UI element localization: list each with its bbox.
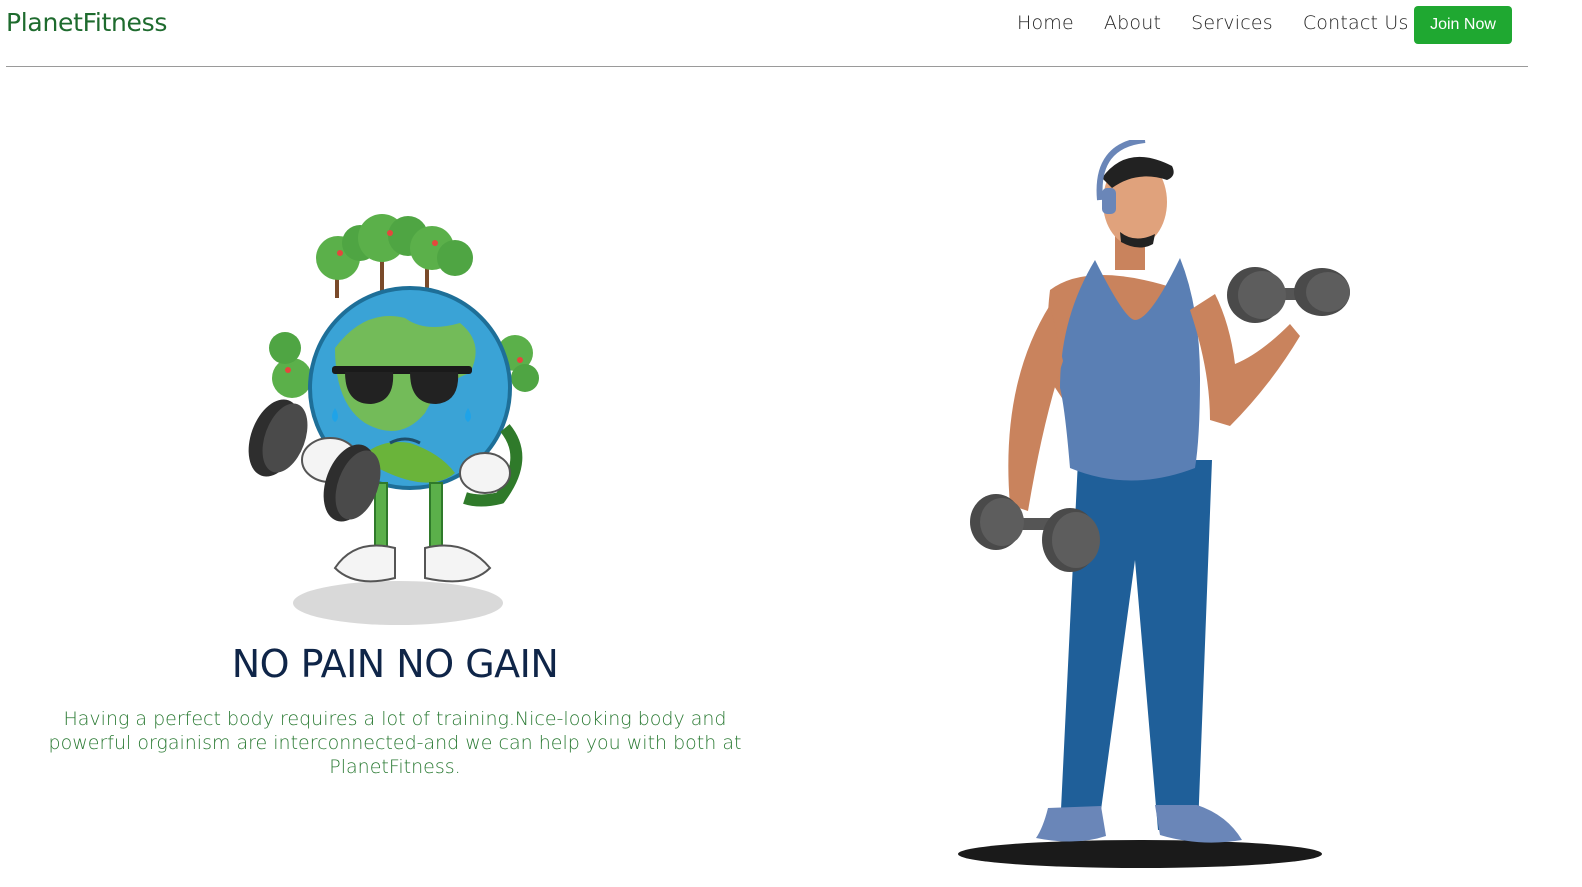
nav-divider	[6, 66, 1528, 67]
nav-link-contact[interactable]: Contact Us	[1303, 12, 1409, 34]
nav-link-home[interactable]: Home	[1017, 12, 1074, 34]
nav-link-services[interactable]: Services	[1191, 12, 1273, 34]
join-now-button[interactable]: Join Now	[1414, 6, 1512, 44]
earth-mascot-illustration	[248, 214, 539, 625]
hero-description: Having a perfect body requires a lot of …	[48, 708, 742, 778]
nav-link-about[interactable]: About	[1104, 12, 1161, 34]
navbar: PlanetFitness Home About Services Contac…	[0, 0, 1582, 68]
hero-headline: NO PAIN NO GAIN	[231, 642, 559, 686]
brand-logo[interactable]: PlanetFitness	[6, 8, 167, 37]
nav-links: Home About Services Contact Us	[1017, 12, 1439, 34]
dumbbell-icon	[1227, 267, 1350, 323]
athlete-illustration	[958, 140, 1350, 868]
